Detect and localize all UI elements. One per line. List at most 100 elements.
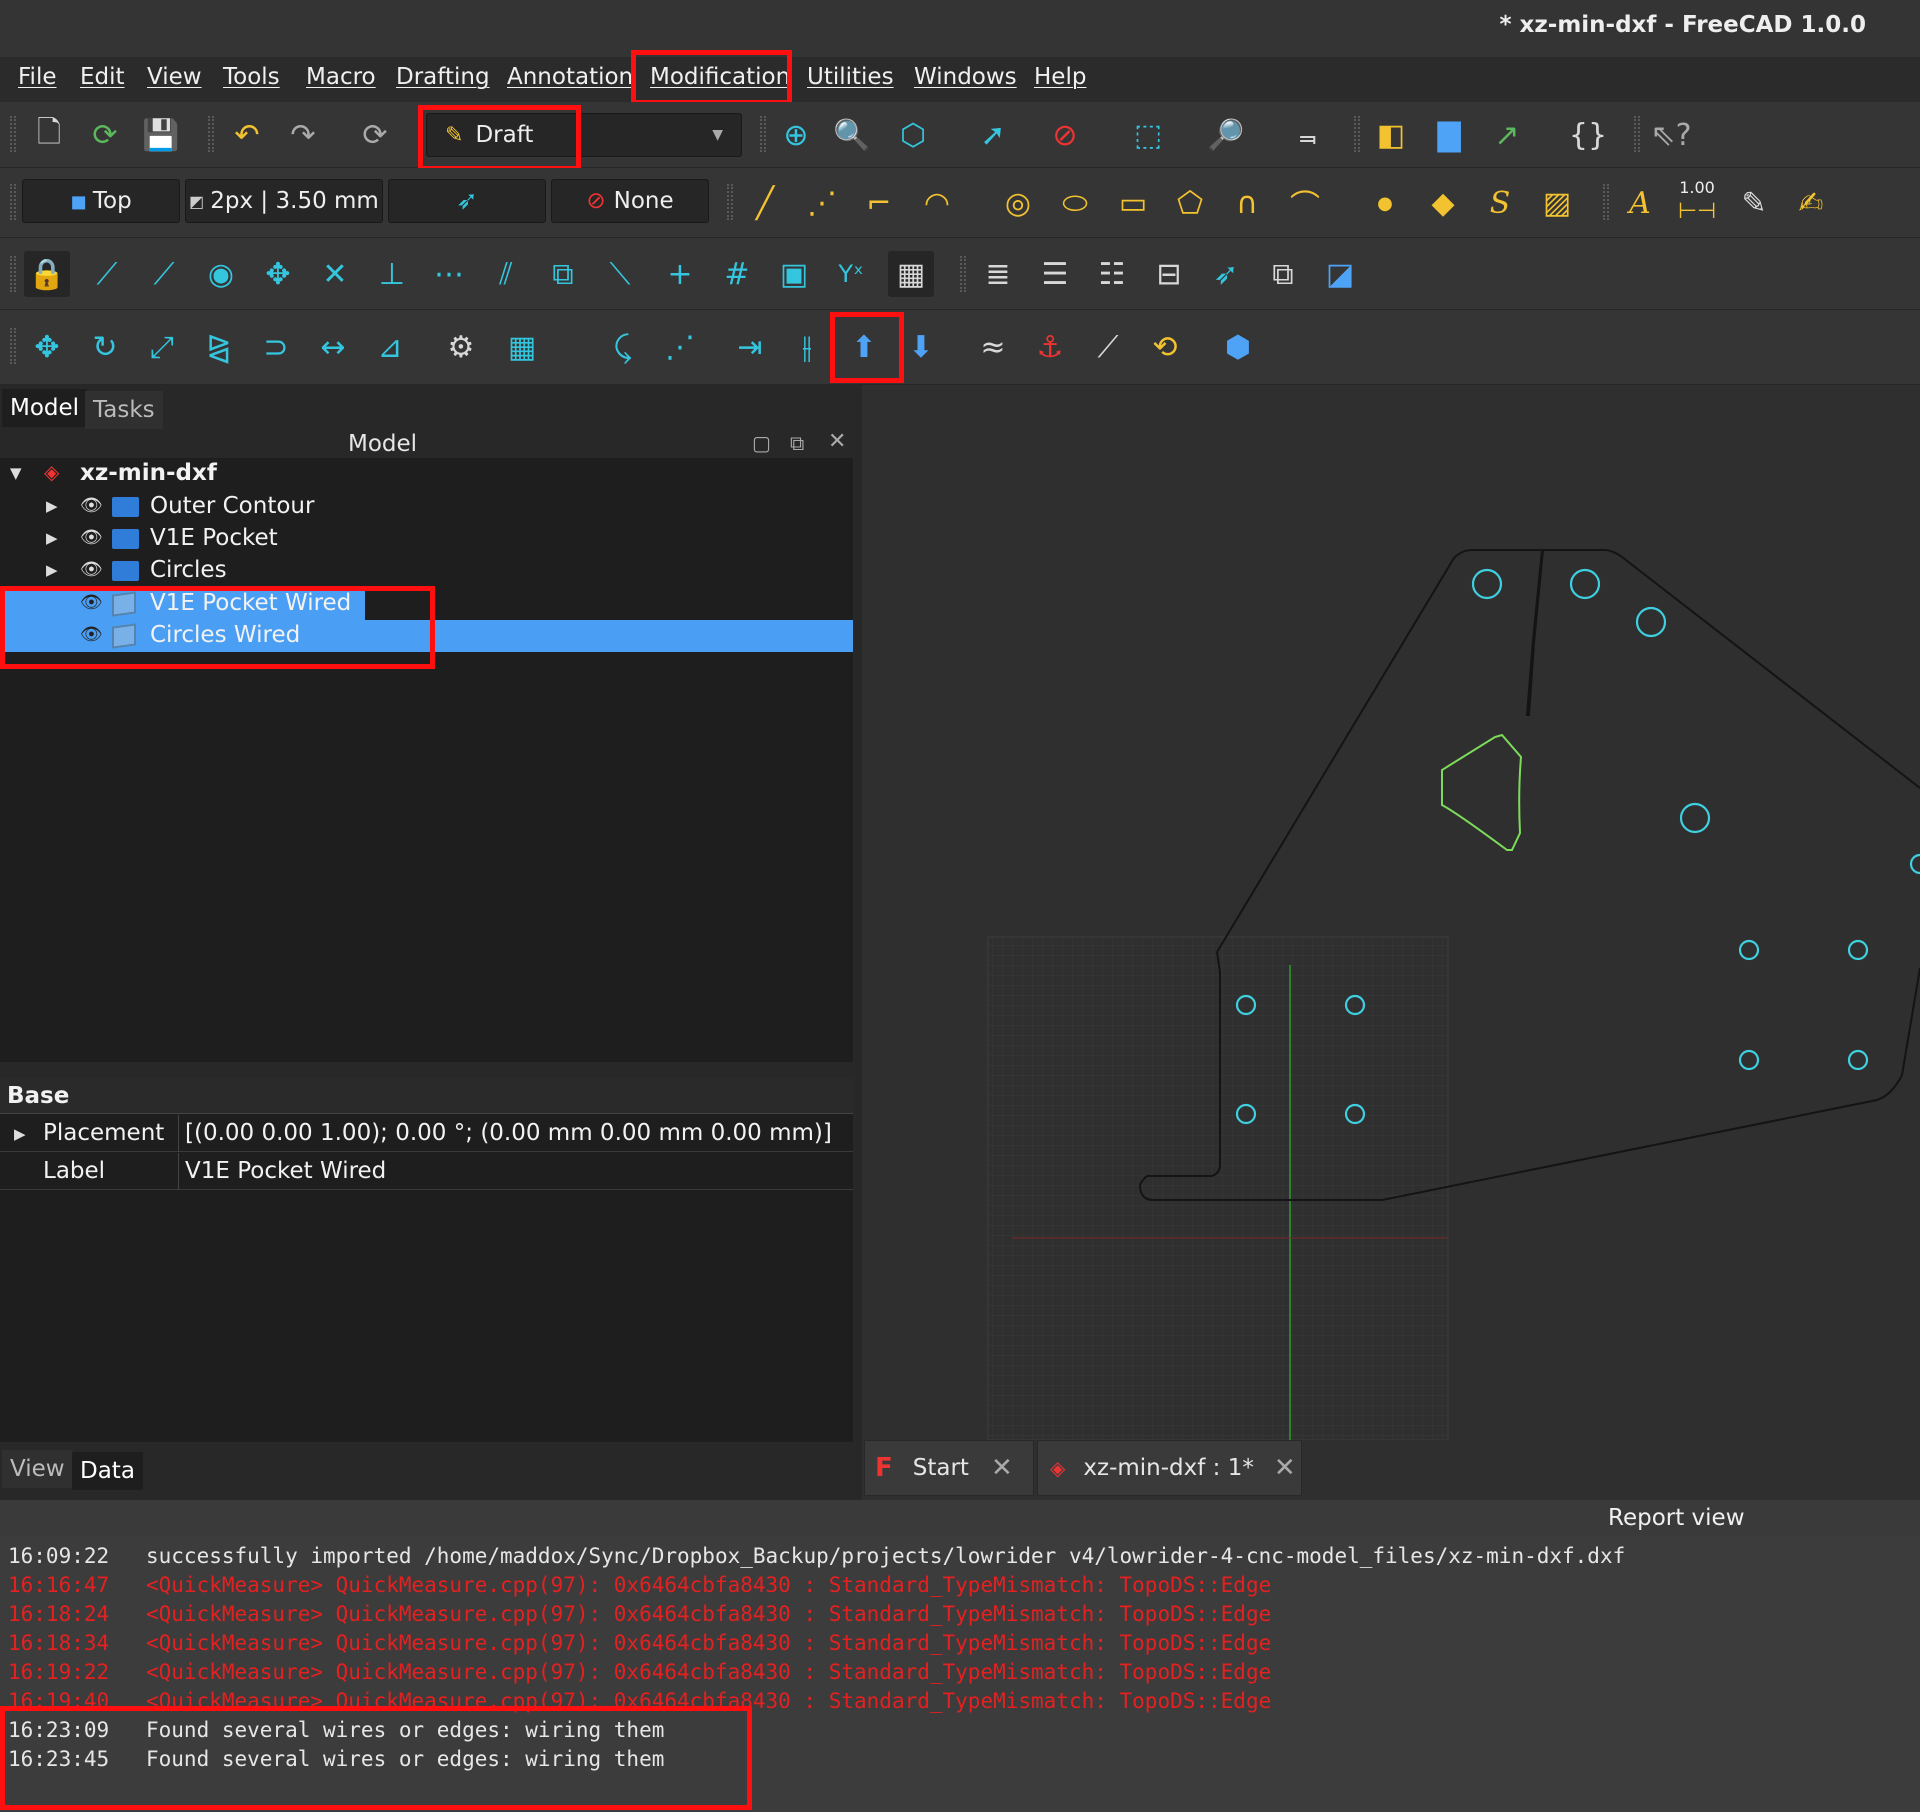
toolbar-grip[interactable] — [10, 184, 16, 220]
toolbar-grip[interactable] — [960, 256, 966, 292]
annotation-styles-icon[interactable]: ✍ — [1788, 180, 1834, 226]
tree-item-outer-contour[interactable]: ▶ 👁 Outer Contour — [0, 491, 853, 523]
tree-item-v1e-pocket[interactable]: ▶ 👁 V1E Pocket — [0, 523, 853, 555]
working-plane-button[interactable]: ◼ Top — [22, 179, 180, 223]
join-icon[interactable]: ⋰ — [657, 324, 703, 370]
array-tools-icon[interactable]: ⚙ — [438, 324, 484, 370]
trimex-icon[interactable]: ⤹ — [600, 324, 646, 370]
outer-contour-shape[interactable] — [1216, 549, 1920, 953]
rectangle-tool-icon[interactable]: ▭ — [1110, 180, 1156, 226]
measure-distance-icon[interactable]: ⫬ — [1285, 112, 1331, 158]
draft-to-sketch-icon[interactable]: ⚓ — [1027, 324, 1073, 370]
snap-parallel-icon[interactable]: ⫽ — [483, 251, 529, 297]
construction-mode-button[interactable]: ➶ — [388, 179, 546, 223]
doc-tab-start[interactable]: F Start ✕ — [864, 1440, 1034, 1496]
eye-icon[interactable]: 👁 — [80, 527, 103, 548]
close-icon[interactable]: ✕ — [828, 429, 846, 454]
whats-this-icon[interactable]: ⇖? — [1648, 112, 1694, 158]
snap-extension-icon[interactable]: ⋯ — [426, 251, 472, 297]
std-views-icon[interactable]: ⬡ — [890, 112, 936, 158]
menu-drafting[interactable]: Drafting — [392, 64, 494, 90]
new-document-icon[interactable]: 🗋 — [26, 112, 72, 158]
working-plane-proxy-icon[interactable]: ◪ — [1317, 251, 1363, 297]
expand-arrow-icon[interactable]: ▶ — [46, 497, 58, 515]
ellipse-tool-icon[interactable]: ⬭ — [1052, 180, 1098, 226]
text-tool-icon[interactable]: A — [1617, 180, 1663, 226]
snap-near-icon[interactable]: ⟍ — [597, 251, 643, 297]
toggle-grid-icon[interactable]: ▦ — [888, 251, 934, 297]
toggle-display-mode-icon[interactable]: ⧉ — [1260, 251, 1306, 297]
toolbar-grip[interactable] — [10, 256, 16, 292]
snap-intersection-icon[interactable]: ✕ — [312, 251, 358, 297]
tree-item-circles[interactable]: ▶ 👁 Circles — [0, 555, 853, 587]
toolbar-grip[interactable] — [208, 116, 214, 152]
tab-tasks[interactable]: Tasks — [85, 391, 163, 429]
toolbar-grip[interactable] — [1354, 116, 1360, 152]
menu-windows[interactable]: Windows — [910, 64, 1021, 90]
menu-edit[interactable]: Edit — [76, 64, 129, 90]
bspline-tool-icon[interactable]: ∩ — [1224, 180, 1270, 226]
toolbar-grip[interactable] — [10, 116, 16, 152]
hatch-tool-icon[interactable]: ▨ — [1534, 180, 1580, 226]
group-icon[interactable]: ▇ — [1426, 112, 1472, 158]
autogroup-button[interactable]: ⊘ None — [551, 179, 709, 223]
line-style-button[interactable]: ◩ 2px | 3.50 mm — [185, 179, 383, 223]
box-selection-icon[interactable]: ⬚ — [1125, 112, 1171, 158]
toolbar-grip[interactable] — [1603, 184, 1609, 220]
snap-working-plane-icon[interactable]: ▣ — [771, 251, 817, 297]
tab-view[interactable]: View — [2, 1450, 73, 1488]
eye-icon[interactable]: 👁 — [80, 495, 103, 516]
property-value[interactable]: V1E Pocket Wired — [185, 1158, 386, 1184]
draw-style-icon[interactable]: ⊘ — [1042, 112, 1088, 158]
clone-icon[interactable]: ⊿ — [367, 324, 413, 370]
toolbar-grip[interactable] — [1634, 116, 1640, 152]
menu-view[interactable]: View — [143, 64, 206, 90]
snap-dimensions-icon[interactable]: Yˣ — [828, 251, 874, 297]
doc-tab-xz-min-dxf[interactable]: ◈ xz-min-dxf : 1* ✕ — [1037, 1440, 1302, 1496]
open-document-icon[interactable]: ⟳ — [82, 112, 128, 158]
layer-icon[interactable]: ≣ — [975, 251, 1021, 297]
undo-icon[interactable]: ↶ — [224, 112, 270, 158]
menu-help[interactable]: Help — [1030, 64, 1090, 90]
expand-arrow-icon[interactable]: ▶ — [14, 1125, 26, 1143]
wire-to-bspline-icon[interactable]: ≈ — [970, 324, 1016, 370]
eye-icon[interactable]: 👁 — [80, 559, 103, 580]
flip-dimension-icon[interactable]: ⟲ — [1142, 324, 1188, 370]
offset-icon[interactable]: ⊃ — [253, 324, 299, 370]
mirror-icon[interactable]: ⧎ — [196, 324, 242, 370]
property-row-placement[interactable]: ▶ Placement [(0.00 0.00 1.00); 0.00 °; (… — [0, 1115, 853, 1152]
property-row-label[interactable]: Label V1E Pocket Wired — [0, 1153, 853, 1190]
dock-restore-icon[interactable]: ⧉ — [790, 431, 804, 455]
bezier-tool-icon[interactable]: ⌒ — [1282, 180, 1328, 226]
close-icon[interactable]: ✕ — [1274, 1453, 1296, 1483]
tree-root-document[interactable]: ▼ ◈ xz-min-dxf — [0, 458, 853, 490]
add-to-group-icon[interactable]: ☷ — [1089, 251, 1135, 297]
snap-center-icon[interactable]: ◉ — [198, 251, 244, 297]
menu-annotation[interactable]: Annotation — [503, 64, 637, 90]
variable-set-icon[interactable]: {} — [1565, 112, 1611, 158]
property-value[interactable]: [(0.00 0.00 1.00); 0.00 °; (0.00 mm 0.00… — [185, 1120, 832, 1146]
expand-arrow-icon[interactable]: ▶ — [46, 529, 58, 547]
toolbar-grip[interactable] — [10, 328, 16, 364]
refresh-icon[interactable]: ⟳ — [352, 112, 398, 158]
facebinder-tool-icon[interactable]: ◆ — [1420, 180, 1466, 226]
rotate-icon[interactable]: ↻ — [82, 324, 128, 370]
wire-tool-icon[interactable]: ⋰ — [799, 180, 845, 226]
circle-tool-icon[interactable]: ◎ — [995, 180, 1041, 226]
tab-model[interactable]: Model — [2, 389, 88, 427]
join-wires-icon[interactable]: ⫲ — [784, 324, 830, 370]
measure-icon[interactable]: ➚ — [970, 112, 1016, 158]
drawing-canvas[interactable] — [862, 385, 1920, 1441]
link-icon[interactable]: ↗ — [1484, 112, 1530, 158]
tab-data[interactable]: Data — [72, 1452, 143, 1490]
stretch-icon[interactable]: ↔ — [310, 324, 356, 370]
layer-manager-icon[interactable]: ☰ — [1032, 251, 1078, 297]
shape-2d-view-icon[interactable]: ⬢ — [1215, 324, 1261, 370]
point-tool-icon[interactable]: ● — [1362, 180, 1408, 226]
collapse-arrow-icon[interactable]: ▼ — [10, 464, 22, 482]
toolbar-grip[interactable] — [727, 184, 733, 220]
snap-midpoint-icon[interactable]: ⟋ — [141, 251, 187, 297]
snap-lock-icon[interactable]: 🔒 — [24, 251, 70, 297]
part-icon[interactable]: ◧ — [1368, 112, 1414, 158]
label-tool-icon[interactable]: ✎ — [1731, 180, 1777, 226]
